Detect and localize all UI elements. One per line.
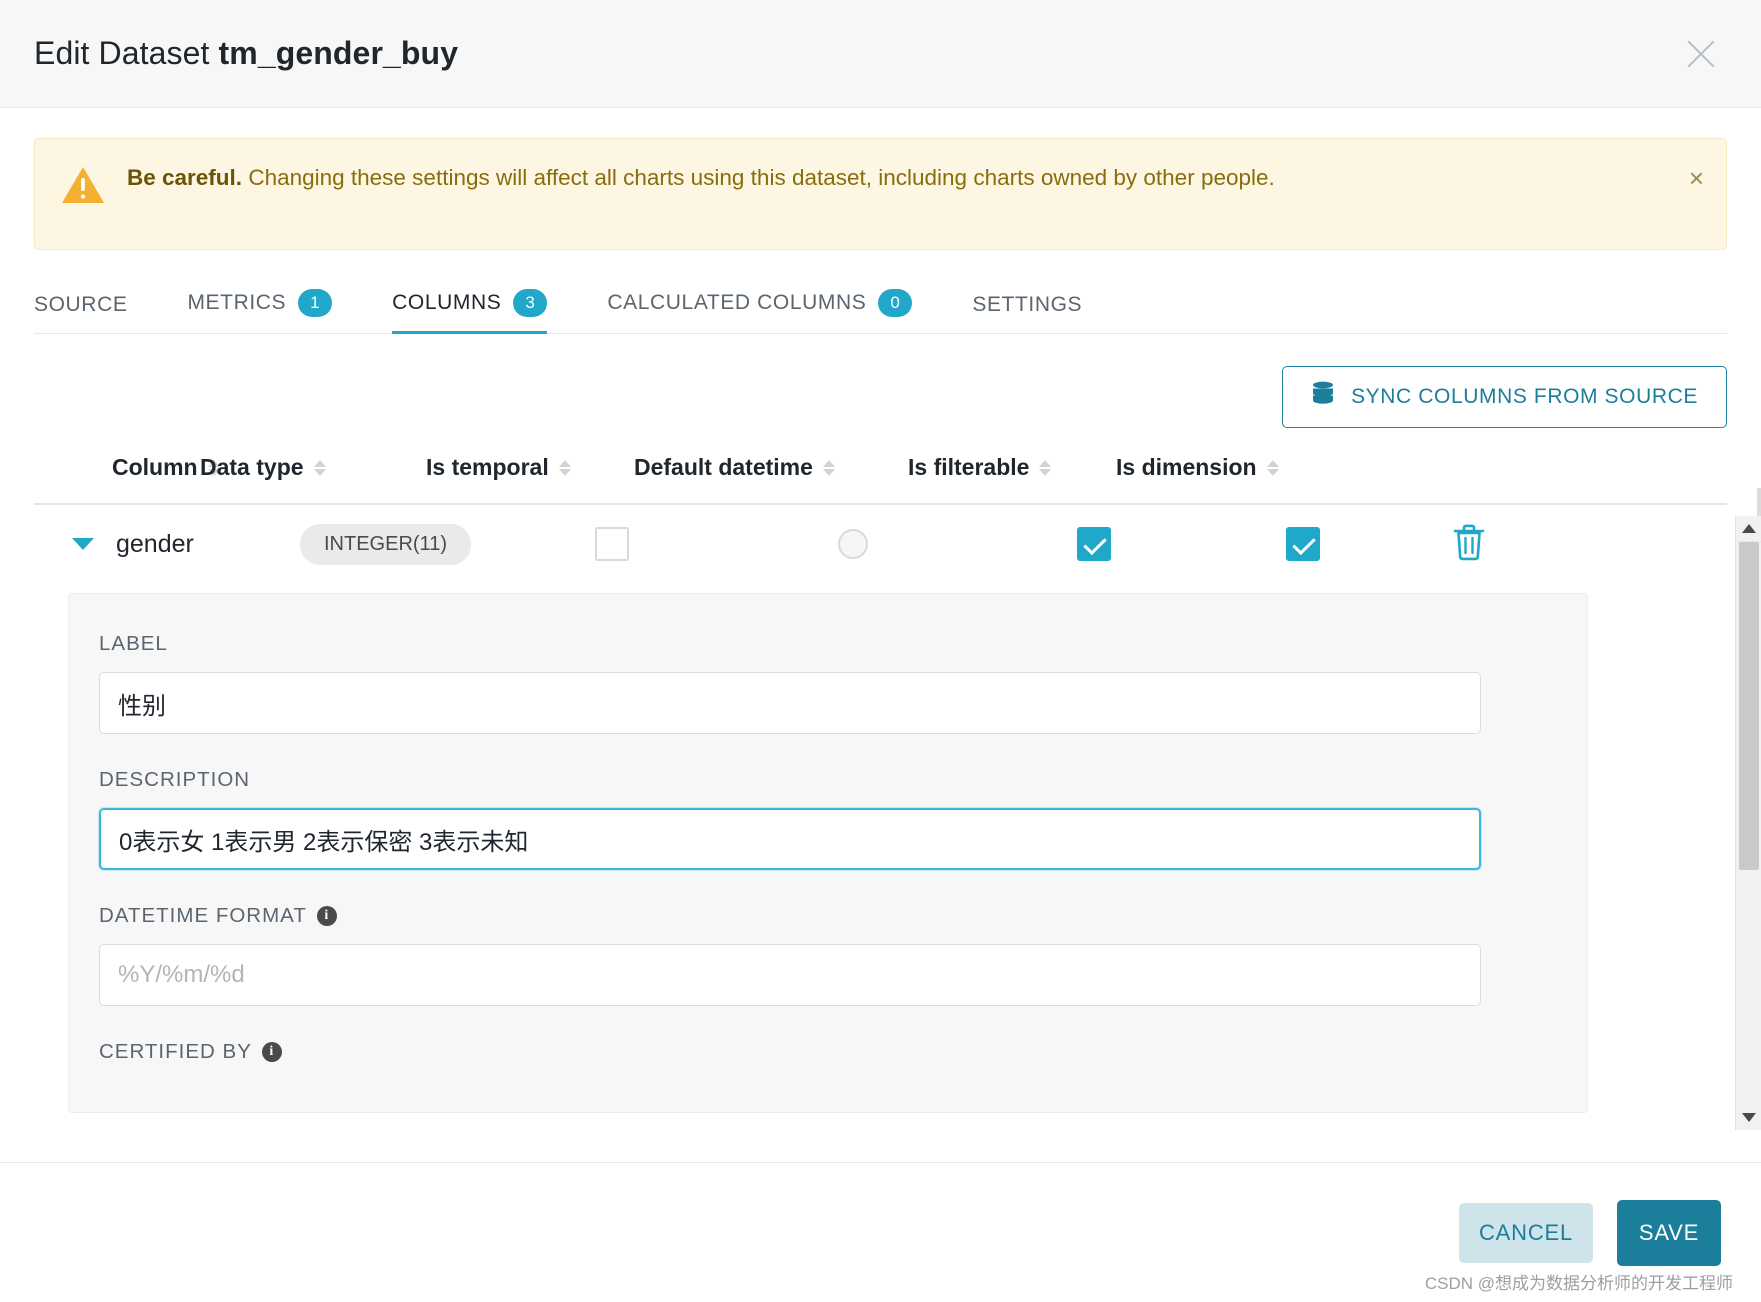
- trash-icon[interactable]: [1452, 523, 1486, 566]
- warning-triangle-icon: [61, 165, 105, 210]
- label-field-value: 性别: [118, 692, 166, 720]
- description-field-label-text: DESCRIPTION: [99, 768, 251, 791]
- sort-icon-is-filterable[interactable]: [1039, 459, 1052, 476]
- data-type-pill: INTEGER(11): [300, 523, 471, 565]
- alert-bold-text: Be careful.: [127, 165, 243, 190]
- watermark: CSDN @想成为数据分析师的开发工程师: [1424, 1274, 1733, 1293]
- datetime-format-field-label-text: DATETIME FORMAT: [99, 904, 307, 927]
- alert-message: Changing these settings will affect all …: [242, 165, 1275, 190]
- title-prefix: Edit Dataset: [34, 35, 219, 71]
- cell-default-datetime: [716, 529, 990, 559]
- cancel-button[interactable]: CANCEL: [1459, 1202, 1593, 1263]
- is-filterable-checkbox[interactable]: [1077, 527, 1111, 561]
- modal-footer: CANCEL SAVE CSDN @想成为数据分析师的开发工程师: [0, 1162, 1761, 1302]
- cell-actions: [1408, 523, 1727, 566]
- tab-source-label: SOURCE: [34, 293, 128, 316]
- alert-close-icon[interactable]: ×: [1689, 165, 1704, 191]
- vertical-scrollbar[interactable]: [1735, 516, 1761, 1130]
- edit-dataset-modal: Edit Dataset tm_gender_buy Be careful. C…: [0, 0, 1761, 1302]
- column-name-label: gender: [116, 529, 194, 558]
- tab-calculated-columns-label: CALCULATED COLUMNS: [607, 291, 867, 314]
- dataset-name: tm_gender_buy: [218, 35, 459, 71]
- tab-metrics-label: METRICS: [187, 291, 287, 314]
- tab-source[interactable]: SOURCE: [34, 293, 127, 333]
- datetime-format-field-label: DATETIME FORMAT i: [99, 904, 1557, 928]
- certified-by-field-label: CERTIFIED BY i: [99, 1040, 1557, 1064]
- modal-header: Edit Dataset tm_gender_buy: [0, 0, 1761, 108]
- column-header-column-label: Column: [112, 454, 198, 480]
- expand-collapse-caret-icon[interactable]: [72, 538, 94, 550]
- column-header-is-temporal[interactable]: Is temporal: [426, 454, 634, 481]
- tab-metrics[interactable]: METRICS 1: [187, 289, 333, 333]
- sort-icon-is-temporal[interactable]: [558, 459, 571, 476]
- save-button[interactable]: SAVE: [1617, 1199, 1721, 1266]
- description-field-input[interactable]: 0表示女 1表示男 2表示保密 3表示未知: [99, 808, 1481, 870]
- cell-data-type: INTEGER(11): [282, 523, 508, 565]
- tab-settings-label: SETTINGS: [972, 293, 1083, 316]
- columns-table: Column Data type Is temporal Default dat…: [34, 454, 1727, 1113]
- is-dimension-checkbox[interactable]: [1286, 527, 1320, 561]
- sort-icon-default-datetime[interactable]: [822, 459, 835, 476]
- certified-by-field-label-text: CERTIFIED BY: [99, 1040, 252, 1063]
- scroll-down-arrow-icon[interactable]: [1736, 1104, 1761, 1130]
- tab-columns-badge: 3: [513, 289, 548, 317]
- table-row: gender INTEGER(11): [34, 505, 1727, 583]
- column-header-is-filterable[interactable]: Is filterable: [908, 454, 1116, 481]
- column-header-is-temporal-label: Is temporal: [426, 454, 549, 480]
- description-field-value: 0表示女 1表示男 2表示保密 3表示未知: [119, 828, 529, 856]
- close-icon[interactable]: [1679, 32, 1723, 76]
- tab-columns-label: COLUMNS: [392, 291, 502, 314]
- sort-icon-is-dimension[interactable]: [1266, 459, 1279, 476]
- description-field-label: DESCRIPTION: [99, 768, 1557, 792]
- column-header-is-dimension[interactable]: Is dimension: [1116, 454, 1326, 481]
- sync-columns-from-source-button[interactable]: SYNC COLUMNS FROM SOURCE: [1282, 366, 1727, 428]
- tab-settings[interactable]: SETTINGS: [972, 293, 1082, 333]
- column-header-is-filterable-label: Is filterable: [908, 454, 1030, 480]
- cell-is-filterable: [990, 527, 1198, 561]
- info-icon[interactable]: i: [261, 1042, 282, 1062]
- info-icon[interactable]: i: [316, 906, 337, 926]
- column-header-data-type-label: Data type: [200, 454, 304, 480]
- is-temporal-checkbox[interactable]: [595, 527, 629, 561]
- datetime-format-placeholder: %Y/%m/%d: [118, 961, 245, 988]
- cell-column-name: gender: [116, 530, 282, 559]
- cell-is-temporal: [508, 527, 716, 561]
- tab-columns[interactable]: COLUMNS 3: [392, 289, 548, 334]
- scroll-up-arrow-icon[interactable]: [1736, 516, 1761, 542]
- cell-is-dimension: [1198, 527, 1408, 561]
- column-header-is-dimension-label: Is dimension: [1116, 454, 1257, 480]
- alert-text: Be careful. Changing these settings will…: [127, 161, 1275, 195]
- database-icon: [1311, 381, 1335, 413]
- scrollbar-thumb[interactable]: [1739, 542, 1759, 870]
- default-datetime-radio[interactable]: [838, 529, 868, 559]
- modal-body: Be careful. Changing these settings will…: [0, 108, 1761, 1162]
- tab-calculated-columns[interactable]: CALCULATED COLUMNS 0: [607, 289, 913, 333]
- datetime-format-field-input[interactable]: %Y/%m/%d: [99, 944, 1481, 1006]
- label-field-label: LABEL: [99, 632, 1557, 656]
- table-header-row: Column Data type Is temporal Default dat…: [34, 454, 1727, 505]
- column-header-data-type[interactable]: Data type: [200, 454, 426, 481]
- tab-bar: SOURCE METRICS 1 COLUMNS 3 CALCULATED CO…: [34, 272, 1727, 334]
- tab-metrics-badge: 1: [298, 289, 333, 317]
- column-detail-panel: LABEL 性别 DESCRIPTION 0表示女 1表示男 2表示保密 3表示…: [68, 593, 1588, 1113]
- sync-columns-label: SYNC COLUMNS FROM SOURCE: [1351, 385, 1698, 408]
- page-title: Edit Dataset tm_gender_buy: [34, 35, 458, 72]
- column-header-column[interactable]: Column: [34, 454, 220, 481]
- tab-calculated-columns-badge: 0: [878, 289, 913, 317]
- column-header-default-datetime-label: Default datetime: [634, 454, 813, 480]
- toolbar: SYNC COLUMNS FROM SOURCE: [34, 334, 1727, 428]
- label-field-label-text: LABEL: [99, 632, 168, 655]
- sort-icon-data-type[interactable]: [313, 459, 326, 476]
- column-header-default-datetime[interactable]: Default datetime: [634, 454, 908, 481]
- warning-alert: Be careful. Changing these settings will…: [34, 138, 1727, 250]
- label-field-input[interactable]: 性别: [99, 672, 1481, 734]
